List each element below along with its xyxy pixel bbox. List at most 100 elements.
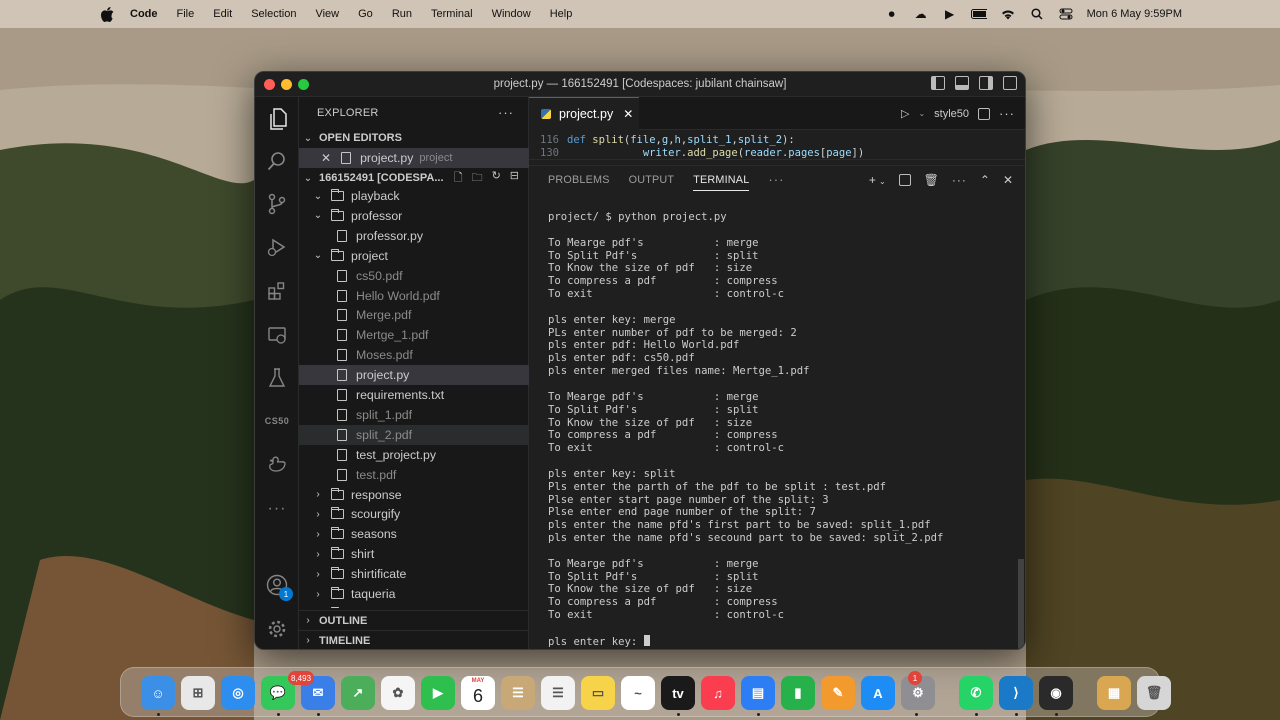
cloud-icon[interactable]: ☁: [913, 7, 929, 21]
menu-terminal[interactable]: Terminal: [431, 8, 473, 20]
terminal-output[interactable]: project/ $ python project.py To Mearge pd…: [548, 211, 1018, 649]
control-center-icon[interactable]: [1058, 7, 1074, 21]
dock-app-calendar[interactable]: MAY 6: [461, 676, 495, 710]
tree-file[interactable]: professor.py: [299, 226, 529, 246]
remote-explorer-icon[interactable]: [263, 321, 291, 349]
close-window-button[interactable]: [264, 79, 275, 90]
outline-section-header[interactable]: › OUTLINE: [299, 610, 529, 630]
more-views-icon[interactable]: ···: [263, 495, 291, 523]
dock-app-archive[interactable]: ▦: [1097, 676, 1131, 710]
dock-app-launchpad[interactable]: ⊞: [181, 676, 215, 710]
panel-more-actions-icon[interactable]: ···: [952, 173, 967, 187]
extensions-icon[interactable]: [263, 277, 291, 305]
spotlight-search-icon[interactable]: [1029, 7, 1045, 21]
run-dropdown-chevron-icon[interactable]: ⌄: [918, 109, 925, 118]
editor-more-actions-icon[interactable]: ···: [999, 106, 1015, 121]
tree-folder[interactable]: › taqueria: [299, 584, 529, 604]
tree-folder[interactable]: ⌄ professor: [299, 206, 529, 226]
panel-more-tabs-icon[interactable]: ···: [768, 172, 784, 187]
menu-help[interactable]: Help: [550, 8, 573, 20]
zoom-window-button[interactable]: [298, 79, 309, 90]
open-editors-section-header[interactable]: ⌄ OPEN EDITORS: [299, 128, 529, 148]
tree-folder[interactable]: › shirtificate: [299, 564, 529, 584]
tree-file[interactable]: cs50.pdf: [299, 266, 529, 286]
new-file-icon[interactable]: 🗋: [454, 169, 463, 188]
menu-window[interactable]: Window: [492, 8, 531, 20]
tab-output[interactable]: OUTPUT: [629, 174, 675, 186]
search-icon[interactable]: [263, 147, 291, 175]
tree-folder[interactable]: › seasons: [299, 524, 529, 544]
menu-run[interactable]: Run: [392, 8, 412, 20]
collapse-all-icon[interactable]: ⊟: [510, 169, 519, 188]
dock-app-contacts[interactable]: ☰: [501, 676, 535, 710]
tree-file[interactable]: Merge.pdf: [299, 305, 529, 325]
tab-terminal[interactable]: TERMINAL: [693, 174, 750, 191]
minimize-window-button[interactable]: [281, 79, 292, 90]
dock-app-safari[interactable]: ◎: [221, 676, 255, 710]
tree-file[interactable]: Moses.pdf: [299, 345, 529, 365]
tree-file[interactable]: requirements.txt: [299, 385, 529, 405]
record-icon[interactable]: ⏺: [884, 7, 900, 21]
new-terminal-icon[interactable]: + ⌄: [869, 173, 886, 187]
dock-app-quicktime-player[interactable]: ◉: [1039, 676, 1073, 710]
toggle-primary-sidebar-icon[interactable]: [931, 76, 945, 90]
play-circle-icon[interactable]: ▶: [942, 7, 958, 21]
run-python-file-icon[interactable]: ▷: [901, 107, 909, 120]
run-debug-icon[interactable]: [263, 233, 291, 261]
dock-app-notes[interactable]: ▭: [581, 676, 615, 710]
dock-app-finder[interactable]: ☺: [141, 676, 175, 710]
menu-edit[interactable]: Edit: [213, 8, 232, 20]
manage-gear-icon[interactable]: [263, 615, 291, 643]
dock-app-trash[interactable]: 🗑: [1137, 676, 1171, 710]
explorer-more-actions-icon[interactable]: ···: [498, 105, 514, 120]
dock-app-photos[interactable]: ✿: [381, 676, 415, 710]
apple-menu-icon[interactable]: [98, 5, 116, 23]
toggle-secondary-sidebar-icon[interactable]: [979, 76, 993, 90]
workspace-section-header[interactable]: ⌄ 166152491 [CODESPA... 🗋 🗀 ↻ ⊟: [299, 168, 529, 188]
kill-terminal-trash-icon[interactable]: 🗑: [924, 173, 939, 187]
menubar-clock[interactable]: Mon 6 May 9:59PM: [1087, 8, 1182, 20]
timeline-section-header[interactable]: › TIMELINE: [299, 630, 529, 649]
tree-folder[interactable]: › response: [299, 485, 529, 505]
wifi-icon[interactable]: [1000, 7, 1016, 21]
customize-layout-icon[interactable]: [1003, 76, 1017, 90]
menu-file[interactable]: File: [177, 8, 195, 20]
style50-button[interactable]: style50: [934, 108, 969, 120]
tree-file[interactable]: project.py: [299, 365, 529, 386]
refresh-icon[interactable]: ↻: [492, 169, 501, 188]
explorer-icon[interactable]: [263, 105, 291, 133]
close-tab-icon[interactable]: ✕: [623, 107, 633, 121]
tree-folder[interactable]: › scourgify: [299, 504, 529, 524]
dock-app-freeform[interactable]: ~: [621, 676, 655, 710]
tab-problems[interactable]: PROBLEMS: [548, 174, 610, 186]
editor-tab-project-py[interactable]: project.py ✕: [529, 97, 639, 130]
menu-go[interactable]: Go: [358, 8, 373, 20]
accounts-icon[interactable]: 1: [263, 571, 293, 601]
tree-file[interactable]: test.pdf: [299, 465, 529, 485]
dock-app-facetime[interactable]: ▶: [421, 676, 455, 710]
tree-folder[interactable]: › shirt: [299, 544, 529, 564]
terminal-scrollbar[interactable]: [1018, 559, 1024, 649]
battery-icon[interactable]: [970, 7, 987, 21]
testing-icon[interactable]: [263, 364, 291, 392]
new-folder-icon[interactable]: 🗀: [472, 169, 483, 188]
toggle-panel-icon[interactable]: [955, 76, 969, 90]
dock-app-maps[interactable]: ↗: [341, 676, 375, 710]
menu-view[interactable]: View: [315, 8, 339, 20]
tree-folder[interactable]: ⌄ playback: [299, 188, 529, 206]
dock-app-tv[interactable]: tv: [661, 676, 695, 710]
tree-file[interactable]: split_1.pdf: [299, 405, 529, 425]
split-terminal-icon[interactable]: [898, 173, 911, 186]
cs50-label[interactable]: CS50: [263, 407, 291, 435]
dock-app-visual-studio-code[interactable]: ⟩: [999, 676, 1033, 710]
duck-icon[interactable]: [263, 450, 291, 478]
dock-app-pages[interactable]: ✎: [821, 676, 855, 710]
code-editor[interactable]: 116 def split(file,g,h,split_1,split_2):…: [529, 130, 1025, 160]
dock-app-music[interactable]: ♫: [701, 676, 735, 710]
tree-file[interactable]: split_2.pdf: [299, 424, 529, 445]
open-editor-item[interactable]: ✕ project.py project: [299, 148, 529, 168]
tree-file[interactable]: test_project.py: [299, 445, 529, 465]
tree-folder[interactable]: ›test_bank: [299, 604, 529, 608]
tree-file[interactable]: Hello World.pdf: [299, 286, 529, 306]
tree-file[interactable]: Mertge_1.pdf: [299, 325, 529, 345]
